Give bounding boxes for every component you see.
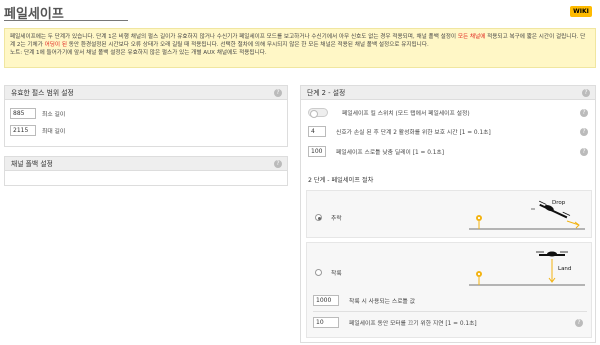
min-length-label: 최소 길이	[42, 112, 66, 118]
help-icon[interactable]: ?	[575, 319, 583, 327]
kill-switch-row: 페일세이프 킬 스위치 (모드 탭에서 페일세이프 설정)	[308, 108, 470, 118]
motor-off-delay-input[interactable]: 10	[313, 317, 339, 328]
pulse-range-header: 유효한 펄스 범위 설정 ?	[5, 86, 287, 100]
failsafe-notice: 페일세이프에는 두 단계가 있습니다. 단계 1은 비행 채널의 펄스 길이가 …	[4, 28, 596, 68]
min-length-input[interactable]: 885	[10, 108, 36, 119]
throttle-delay-row: 100 페일세이프 스로틀 낮춤 딜레이 [1 = 0.1초]	[308, 146, 444, 157]
guard-time-row: 4 신호가 손실 된 후 단계 2 활성화를 위한 보호 시간 [1 = 0.1…	[308, 126, 491, 137]
max-length-label: 최대 길이	[42, 129, 66, 135]
drop-radio-row: 추락	[315, 213, 342, 222]
notice-highlight-2: 어딩이 된	[44, 42, 67, 48]
land-radio-row: 착륙	[315, 268, 342, 277]
guard-time-label: 신호가 손실 된 후 단계 2 활성화를 위한 보호 시간 [1 = 0.1초]	[336, 130, 491, 136]
drop-label: 추락	[331, 216, 342, 222]
land-label: 착륙	[331, 271, 342, 277]
max-length-row: 2115 최대 길이	[10, 125, 65, 136]
drop-image-label: Drop	[552, 200, 566, 206]
landing-throttle-label: 착륙 시 사용되는 스로틀 값	[349, 299, 416, 305]
procedure-title: 2 단계 - 페일세이프 절차	[308, 177, 374, 184]
land-illustration: Land	[469, 251, 585, 286]
channel-fallback-panel: 채널 폴백 설정 ?	[4, 156, 288, 186]
help-icon[interactable]: ?	[580, 148, 588, 156]
help-icon[interactable]: ?	[580, 109, 588, 117]
max-length-input[interactable]: 2115	[10, 125, 36, 136]
drop-option-box[interactable]: 추락 Drop	[306, 190, 592, 238]
notice-note: 노트: 단계 1에 들어가기에 앞서 채널 폴백 설정은 유효하지 않은 펄스가…	[10, 50, 267, 56]
guard-time-input[interactable]: 4	[308, 126, 326, 137]
kill-switch-toggle[interactable]	[308, 108, 328, 118]
page-header: 페일세이프 WIKI	[0, 0, 600, 24]
channel-fallback-title: 채널 폴백 설정	[11, 160, 53, 168]
throttle-delay-label: 페일세이프 스로틀 낮춤 딜레이 [1 = 0.1초]	[336, 150, 445, 156]
pulse-range-panel: 유효한 펄스 범위 설정 ? 885 최소 길이 2115 최대 길이	[4, 85, 288, 147]
drop-illustration: Drop	[469, 200, 585, 230]
help-icon[interactable]: ?	[580, 128, 588, 136]
min-length-row: 885 최소 길이	[10, 108, 65, 119]
stage2-title: 단계 2 - 설정	[307, 89, 346, 97]
land-image-label: Land	[558, 266, 571, 272]
landing-throttle-input[interactable]: 1000	[313, 295, 339, 306]
help-icon[interactable]: ?	[274, 160, 282, 168]
notice-highlight-1: 모든 채널에	[457, 34, 486, 40]
stage2-header: 단계 2 - 설정 ?	[301, 86, 595, 100]
help-icon[interactable]: ?	[582, 89, 590, 97]
help-icon[interactable]: ?	[274, 89, 282, 97]
notice-text-3: 동안 환경설정된 시간보다 오류 상태가 오래 길릴 때 적용됩니다. 선택한 …	[67, 42, 429, 48]
notice-text-1: 페일세이프에는 두 단계가 있습니다. 단계 1은 비행 채널의 펄스 길이가 …	[10, 34, 458, 40]
title-underline	[4, 20, 128, 21]
wiki-button[interactable]: WIKI	[570, 6, 592, 17]
channel-fallback-header: 채널 폴백 설정 ?	[5, 157, 287, 171]
land-radio[interactable]	[315, 269, 322, 276]
landing-throttle-row: 1000 착륙 시 사용되는 스로틀 값	[313, 295, 415, 306]
motor-off-delay-label: 페일세이프 동안 모터를 끄기 위한 지연 [1 = 0.1초]	[349, 321, 477, 327]
land-option-box[interactable]: 착륙 Land 1000 착륙 시 사용되는 스로틀 값 10 페일세이프 동안…	[306, 242, 592, 338]
stage2-panel: 단계 2 - 설정 ? 페일세이프 킬 스위치 (모드 탭에서 페일세이프 설정…	[300, 85, 596, 343]
throttle-delay-input[interactable]: 100	[308, 146, 326, 157]
kill-switch-label: 페일세이프 킬 스위치 (모드 탭에서 페일세이프 설정)	[342, 111, 470, 117]
pulse-range-title: 유효한 펄스 범위 설정	[11, 89, 74, 97]
motor-off-delay-row: 10 페일세이프 동안 모터를 끄기 위한 지연 [1 = 0.1초]	[313, 317, 477, 328]
drop-radio[interactable]	[315, 214, 322, 221]
divider	[313, 311, 587, 312]
